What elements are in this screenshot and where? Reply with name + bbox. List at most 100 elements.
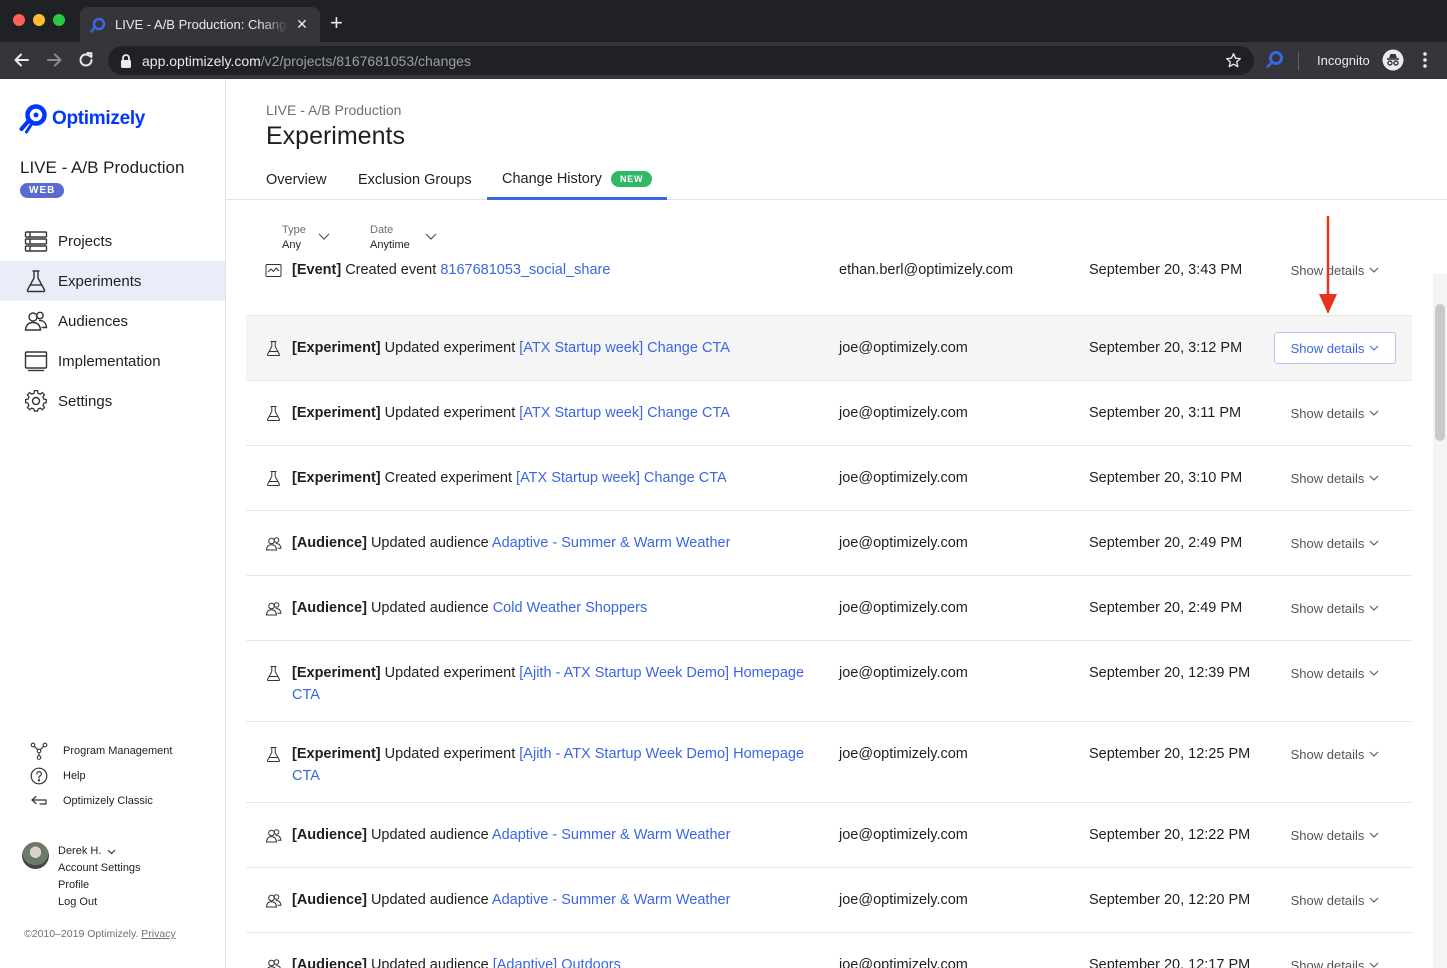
browser-tab-title: LIVE - A/B Production: Change History (115, 17, 288, 32)
show-details-button[interactable]: Show details (1274, 819, 1396, 851)
show-details-button[interactable]: Show details (1274, 738, 1396, 770)
window-close-button[interactable] (13, 14, 25, 26)
log-out-link[interactable]: Log Out (58, 894, 141, 911)
scrollbar-thumb[interactable] (1435, 304, 1445, 441)
change-target-link[interactable]: Cold Weather Shoppers (493, 600, 648, 616)
account-settings-link[interactable]: Account Settings (58, 860, 141, 877)
chevron-down-icon (1369, 670, 1379, 676)
table-row: [Experiment] Updated experiment [Ajith -… (246, 722, 1412, 803)
incognito-label: Incognito (1317, 53, 1370, 68)
chevron-down-icon (1369, 751, 1379, 757)
change-user: joe@optimizely.com (839, 600, 968, 616)
privacy-link[interactable]: Privacy (141, 928, 175, 940)
event-icon (265, 262, 282, 279)
chevron-down-icon (1369, 267, 1379, 273)
change-action: Updated experiment (384, 665, 516, 681)
show-details-button[interactable]: Show details (1274, 332, 1396, 364)
tab-change-history[interactable]: Change History NEW (487, 160, 668, 200)
back-arrow-icon[interactable] (12, 50, 32, 70)
show-details-button[interactable]: Show details (1274, 462, 1396, 494)
change-target-link[interactable]: [ATX Startup week] Change CTA (519, 340, 730, 356)
gear-icon (25, 390, 47, 412)
change-target-link[interactable]: Adaptive - Summer & Warm Weather (492, 535, 731, 551)
change-description: [Audience] Updated audience Adaptive - S… (292, 824, 817, 846)
change-target-link[interactable]: [Adaptive] Outdoors (493, 957, 621, 968)
show-details-button[interactable]: Show details (1274, 397, 1396, 429)
change-description: [Experiment] Created experiment [ATX Sta… (292, 467, 817, 489)
table-row: [Audience] Updated audience Adaptive - S… (246, 803, 1412, 868)
tab-label: Overview (266, 172, 327, 188)
forward-arrow-icon[interactable] (44, 50, 64, 70)
window-maximize-button[interactable] (53, 14, 65, 26)
sidebar-item-settings[interactable]: Settings (0, 381, 225, 421)
window-icon (24, 351, 48, 372)
change-target-link[interactable]: [ATX Startup week] Change CTA (516, 470, 727, 486)
show-details-button[interactable]: Show details (1274, 949, 1396, 968)
sidebar-util-help[interactable]: Help (30, 767, 86, 785)
bookmark-star-icon[interactable] (1225, 52, 1242, 69)
show-details-button[interactable]: Show details (1274, 592, 1396, 624)
change-target-link[interactable]: [ATX Startup week] Change CTA (519, 405, 730, 421)
people-icon (24, 311, 48, 331)
date-filter-dropdown[interactable]: Date Anytime (370, 224, 440, 251)
chevron-down-icon (1369, 345, 1379, 351)
new-badge: NEW (610, 170, 653, 187)
people-icon (265, 827, 282, 844)
sidebar-item-audiences[interactable]: Audiences (0, 301, 225, 341)
user-name-toggle[interactable]: Derek H. (58, 843, 141, 860)
breadcrumb[interactable]: LIVE - A/B Production (266, 102, 401, 118)
change-action: Updated audience (370, 600, 489, 616)
change-description: [Experiment] Updated experiment [ATX Sta… (292, 337, 817, 359)
browser-tab-active[interactable]: LIVE - A/B Production: Change History ✕ (80, 7, 320, 42)
chevron-down-icon (107, 849, 116, 854)
sidebar-item-implementation[interactable]: Implementation (0, 341, 225, 381)
change-target-link[interactable]: Adaptive - Summer & Warm Weather (492, 827, 731, 843)
tab-exclusion-groups[interactable]: Exclusion Groups (358, 160, 472, 200)
flask-icon (265, 665, 282, 682)
tab-overview[interactable]: Overview (266, 160, 326, 200)
chevron-down-icon (1369, 962, 1379, 968)
type-filter-dropdown[interactable]: Type Any (282, 224, 332, 251)
change-description: [Audience] Updated audience [Adaptive] O… (292, 954, 817, 968)
people-icon (265, 957, 282, 968)
window-minimize-button[interactable] (33, 14, 45, 26)
sidebar-item-experiments[interactable]: Experiments (0, 261, 225, 301)
optimizely-extension-icon[interactable] (1266, 50, 1284, 68)
optimizely-logo[interactable]: Optimizely (19, 103, 145, 135)
optimizely-favicon-icon (90, 17, 106, 33)
change-action: Updated experiment (384, 340, 516, 356)
change-type: [Audience] (292, 892, 367, 908)
new-tab-button[interactable]: + (330, 12, 343, 34)
annotation-arrow (1319, 216, 1337, 314)
change-target-link[interactable]: Adaptive - Summer & Warm Weather (492, 892, 731, 908)
change-description: [Audience] Updated audience Adaptive - S… (292, 889, 817, 911)
show-details-button[interactable]: Show details (1274, 884, 1396, 916)
change-user: joe@optimizely.com (839, 340, 968, 356)
tab-close-icon[interactable]: ✕ (294, 16, 310, 33)
change-target-link[interactable]: 8167681053_social_share (440, 262, 610, 278)
profile-link[interactable]: Profile (58, 877, 141, 894)
reload-icon[interactable] (76, 50, 96, 70)
chevron-down-icon (1369, 605, 1379, 611)
incognito-icon[interactable] (1382, 49, 1404, 71)
change-user: joe@optimizely.com (839, 535, 968, 551)
change-type: [Audience] (292, 827, 367, 843)
change-date: September 20, 12:20 PM (1089, 892, 1251, 908)
change-user: joe@optimizely.com (839, 892, 968, 908)
browser-menu-icon[interactable] (1419, 50, 1431, 70)
show-details-button[interactable]: Show details (1274, 527, 1396, 559)
network-icon (30, 742, 48, 760)
change-date: September 20, 3:10 PM (1089, 470, 1243, 486)
change-type: [Audience] (292, 535, 367, 551)
address-bar[interactable]: app.optimizely.com /v2/projects/81676810… (108, 46, 1254, 75)
avatar[interactable] (22, 842, 49, 869)
sidebar-util-optimizely-classic[interactable]: Optimizely Classic (30, 792, 153, 810)
change-action: Created experiment (384, 470, 513, 486)
flask-icon (265, 405, 282, 422)
sidebar-item-projects[interactable]: Projects (0, 221, 225, 261)
sidebar-util-program-management[interactable]: Program Management (30, 742, 172, 760)
show-details-button[interactable]: Show details (1274, 657, 1396, 689)
change-user: joe@optimizely.com (839, 746, 968, 762)
change-date: September 20, 12:25 PM (1089, 746, 1251, 762)
change-user: joe@optimizely.com (839, 827, 968, 843)
